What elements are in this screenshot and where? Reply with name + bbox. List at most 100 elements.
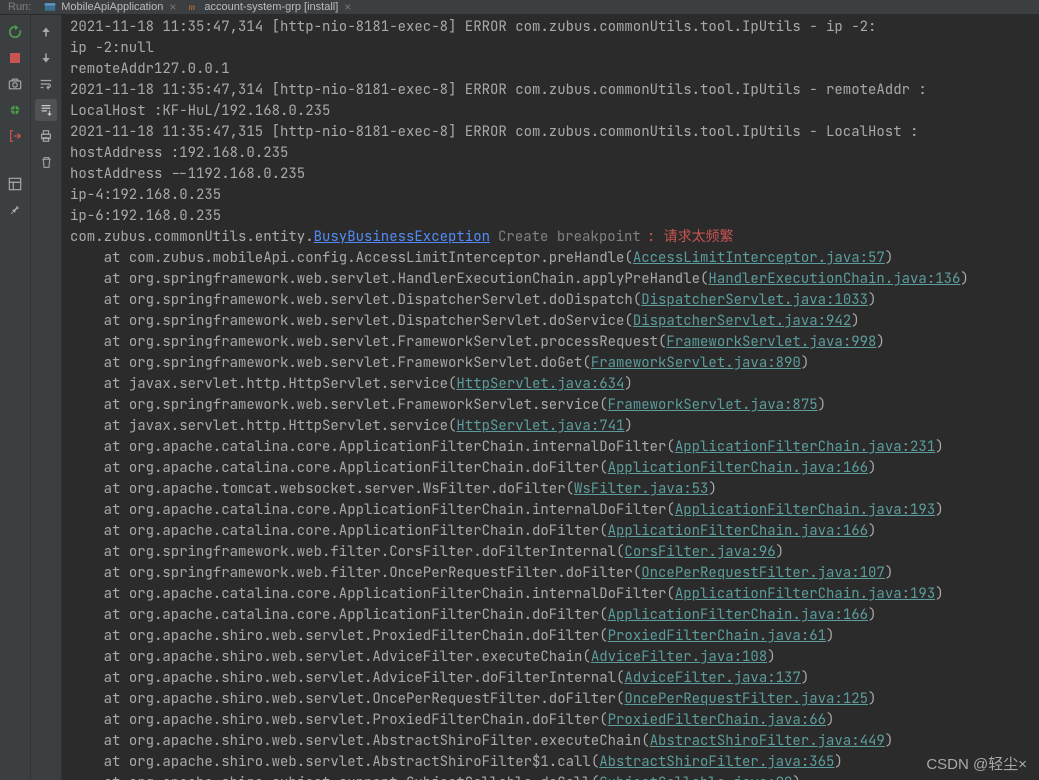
tab-label: account-system-grp [install] bbox=[204, 1, 338, 13]
wrap-icon[interactable] bbox=[35, 73, 57, 95]
source-link[interactable]: ProxiedFilterChain.java:66 bbox=[608, 711, 826, 729]
exit-icon[interactable] bbox=[4, 125, 26, 147]
source-link[interactable]: AbstractShiroFilter.java:365 bbox=[599, 753, 834, 771]
frame-at: at bbox=[70, 333, 129, 351]
source-link[interactable]: FrameworkServlet.java:875 bbox=[608, 396, 818, 414]
frame-class: org.apache.shiro.web.servlet.ProxiedFilt… bbox=[129, 627, 599, 645]
frame-at: at bbox=[70, 249, 129, 267]
down-arrow-icon[interactable] bbox=[35, 47, 57, 69]
frame-at: at bbox=[70, 396, 129, 414]
run-label: Run: bbox=[0, 1, 39, 13]
rerun-icon[interactable] bbox=[4, 21, 26, 43]
frame-at: at bbox=[70, 291, 129, 309]
source-link[interactable]: ApplicationFilterChain.java:193 bbox=[675, 501, 935, 519]
console-output[interactable]: 2021-11-18 11:35:47,314 [http-nio-8181-e… bbox=[62, 15, 1039, 780]
close-icon[interactable]: × bbox=[344, 1, 351, 13]
source-link[interactable]: ProxiedFilterChain.java:61 bbox=[608, 627, 826, 645]
source-link[interactable]: FrameworkServlet.java:890 bbox=[591, 354, 801, 372]
log-line: 2021-11-18 11:35:47,315 [http-nio-8181-e… bbox=[70, 122, 1039, 143]
exception-line: com.zubus.commonUtils.entity.BusyBusines… bbox=[70, 227, 1039, 248]
source-link[interactable]: DispatcherServlet.java:1033 bbox=[641, 291, 868, 309]
frame-class: org.apache.shiro.web.servlet.OncePerRequ… bbox=[129, 690, 616, 708]
source-link[interactable]: HttpServlet.java:741 bbox=[456, 417, 624, 435]
source-link[interactable]: WsFilter.java:53 bbox=[574, 480, 708, 498]
stack-frame: at org.apache.shiro.web.servlet.Abstract… bbox=[70, 752, 1039, 773]
source-link[interactable]: AdviceFilter.java:137 bbox=[624, 669, 800, 687]
frame-at: at bbox=[70, 438, 129, 456]
stack-frame: at org.apache.shiro.web.servlet.ProxiedF… bbox=[70, 626, 1039, 647]
frame-at: at bbox=[70, 459, 129, 477]
pin-icon[interactable] bbox=[4, 199, 26, 221]
exception-message: : 请求太频繁 bbox=[647, 228, 734, 246]
up-arrow-icon[interactable] bbox=[35, 21, 57, 43]
frame-class: org.apache.shiro.web.servlet.AbstractShi… bbox=[129, 753, 591, 771]
close-icon[interactable]: × bbox=[169, 1, 176, 13]
run-tab[interactable]: MobileApiApplication × bbox=[39, 0, 182, 14]
frame-class: org.springframework.web.servlet.HandlerE… bbox=[129, 270, 700, 288]
source-link[interactable]: OncePerRequestFilter.java:107 bbox=[641, 564, 885, 582]
stack-frame: at javax.servlet.http.HttpServlet.servic… bbox=[70, 374, 1039, 395]
frame-at: at bbox=[70, 480, 129, 498]
source-link[interactable]: AdviceFilter.java:108 bbox=[591, 648, 767, 666]
stack-frame: at org.apache.catalina.core.ApplicationF… bbox=[70, 458, 1039, 479]
stack-frame: at org.springframework.web.servlet.Frame… bbox=[70, 395, 1039, 416]
source-link[interactable]: ApplicationFilterChain.java:166 bbox=[608, 522, 868, 540]
stack-frame: at org.apache.shiro.web.servlet.OncePerR… bbox=[70, 689, 1039, 710]
source-link[interactable]: FrameworkServlet.java:998 bbox=[666, 333, 876, 351]
maven-icon: m bbox=[186, 0, 200, 14]
source-link[interactable]: AbstractShiroFilter.java:449 bbox=[650, 732, 885, 750]
camera-icon[interactable] bbox=[4, 73, 26, 95]
scroll-to-end-icon[interactable] bbox=[35, 99, 57, 121]
source-link[interactable]: ApplicationFilterChain.java:166 bbox=[608, 606, 868, 624]
frame-class: org.apache.tomcat.websocket.server.WsFil… bbox=[129, 480, 566, 498]
stack-frame: at org.springframework.web.servlet.Dispa… bbox=[70, 290, 1039, 311]
frame-at: at bbox=[70, 669, 129, 687]
source-link[interactable]: ApplicationFilterChain.java:166 bbox=[608, 459, 868, 477]
stack-frame: at org.apache.tomcat.websocket.server.Ws… bbox=[70, 479, 1039, 500]
frame-class: org.springframework.web.servlet.Dispatch… bbox=[129, 312, 625, 330]
source-link[interactable]: ApplicationFilterChain.java:193 bbox=[675, 585, 935, 603]
frame-at: at bbox=[70, 417, 129, 435]
bug-icon[interactable] bbox=[4, 99, 26, 121]
frame-class: org.springframework.web.servlet.Dispatch… bbox=[129, 291, 633, 309]
frame-at: at bbox=[70, 522, 129, 540]
source-link[interactable]: SubjectCallable.java:90 bbox=[599, 774, 792, 780]
frame-class: org.apache.catalina.core.ApplicationFilt… bbox=[129, 606, 599, 624]
main-area: 2021-11-18 11:35:47,314 [http-nio-8181-e… bbox=[0, 15, 1039, 780]
stop-icon[interactable] bbox=[4, 47, 26, 69]
frame-class: javax.servlet.http.HttpServlet.service bbox=[129, 375, 448, 393]
stack-frame: at com.zubus.mobileApi.config.AccessLimi… bbox=[70, 248, 1039, 269]
left-tool-gutter bbox=[0, 15, 31, 780]
create-breakpoint-hint[interactable]: Create breakpoint bbox=[498, 228, 641, 246]
frame-at: at bbox=[70, 375, 129, 393]
frame-class: org.apache.shiro.web.servlet.ProxiedFilt… bbox=[129, 711, 599, 729]
exception-class-link[interactable]: BusyBusinessException bbox=[314, 228, 490, 246]
frame-class: javax.servlet.http.HttpServlet.service bbox=[129, 417, 448, 435]
tab-label: MobileApiApplication bbox=[61, 1, 163, 13]
source-link[interactable]: CorsFilter.java:96 bbox=[624, 543, 775, 561]
source-link[interactable]: AccessLimitInterceptor.java:57 bbox=[633, 249, 885, 267]
log-line: hostAddress --1192.168.0.235 bbox=[70, 164, 1039, 185]
source-link[interactable]: OncePerRequestFilter.java:125 bbox=[624, 690, 868, 708]
source-link[interactable]: DispatcherServlet.java:942 bbox=[633, 312, 851, 330]
stack-frame: at org.apache.shiro.subject.support.Subj… bbox=[70, 773, 1039, 780]
frame-class: org.apache.shiro.web.servlet.AbstractShi… bbox=[129, 732, 641, 750]
layout-icon[interactable] bbox=[4, 173, 26, 195]
frame-class: org.springframework.web.filter.OncePerRe… bbox=[129, 564, 633, 582]
frame-at: at bbox=[70, 312, 129, 330]
frame-at: at bbox=[70, 753, 129, 771]
frame-at: at bbox=[70, 564, 129, 582]
run-tab[interactable]: m account-system-grp [install] × bbox=[182, 0, 357, 14]
frame-class: org.apache.catalina.core.ApplicationFilt… bbox=[129, 438, 667, 456]
spring-icon bbox=[43, 0, 57, 14]
frame-class: org.apache.catalina.core.ApplicationFilt… bbox=[129, 459, 599, 477]
print-icon[interactable] bbox=[35, 125, 57, 147]
frame-class: org.apache.catalina.core.ApplicationFilt… bbox=[129, 501, 667, 519]
svg-text:m: m bbox=[189, 2, 196, 12]
source-link[interactable]: HandlerExecutionChain.java:136 bbox=[708, 270, 960, 288]
source-link[interactable]: HttpServlet.java:634 bbox=[456, 375, 624, 393]
frame-class: org.apache.shiro.web.servlet.AdviceFilte… bbox=[129, 648, 583, 666]
source-link[interactable]: ApplicationFilterChain.java:231 bbox=[675, 438, 935, 456]
log-line: ip -2:null bbox=[70, 38, 1039, 59]
trash-icon[interactable] bbox=[35, 151, 57, 173]
